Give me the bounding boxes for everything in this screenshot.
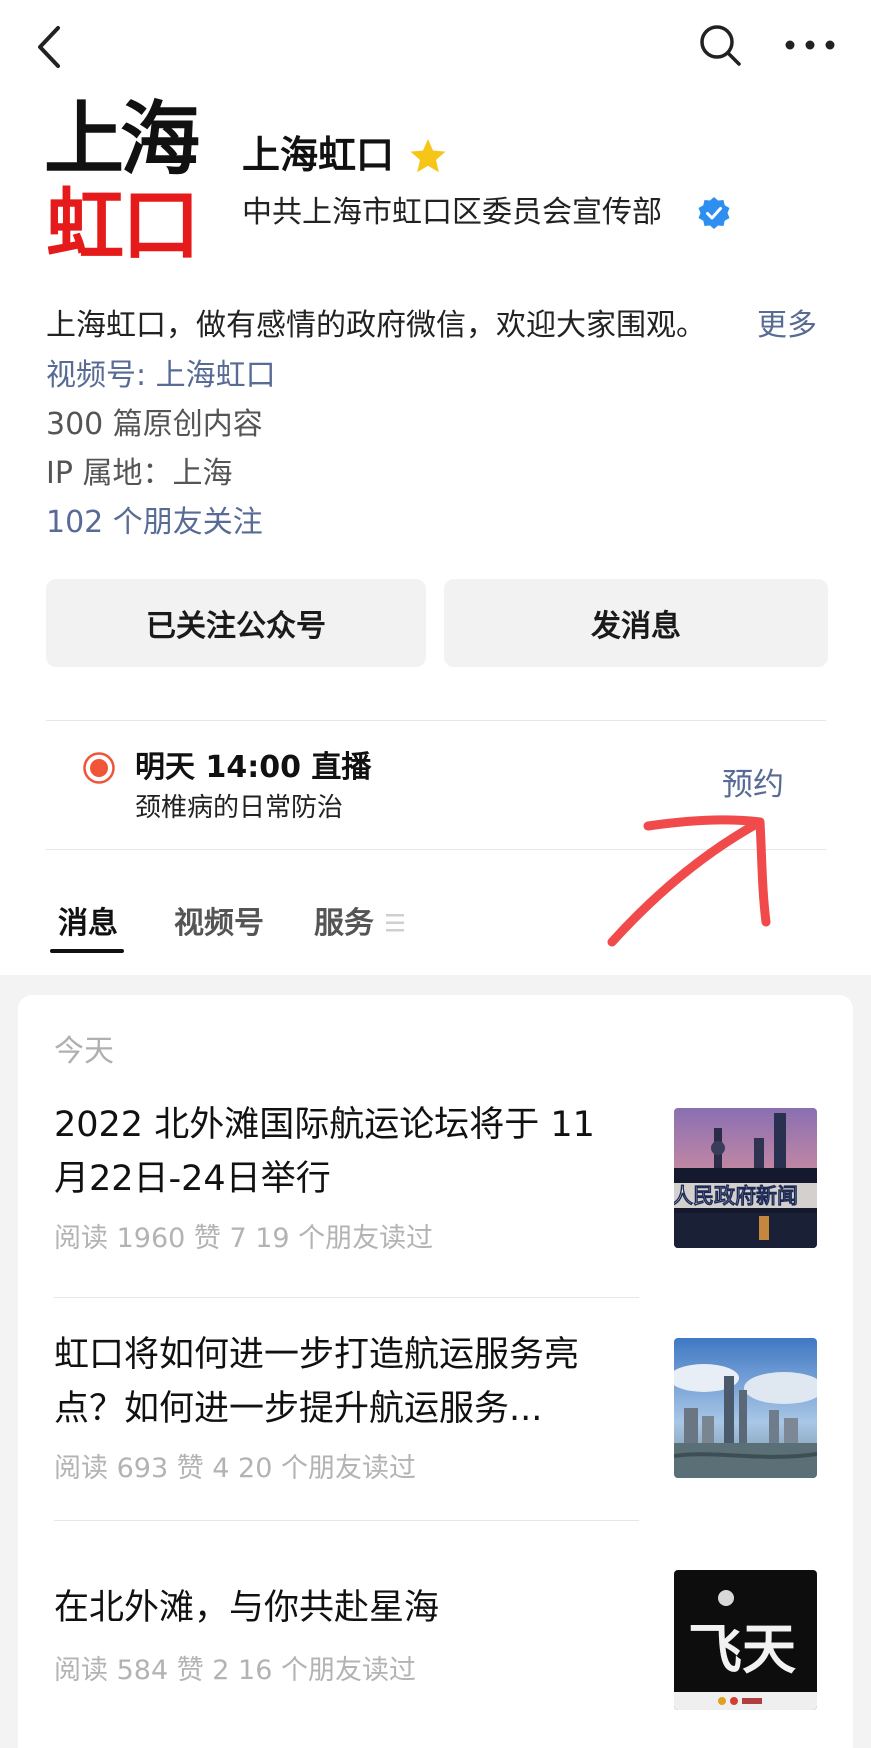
star-icon bbox=[410, 139, 446, 173]
row-divider bbox=[54, 1520, 639, 1521]
more-options-button[interactable] bbox=[780, 22, 840, 68]
article-title[interactable]: 虹口将如何进一步打造航运服务亮点？如何进一步提升航运服务... bbox=[54, 1328, 634, 1436]
reserve-button[interactable]: 预约 bbox=[722, 763, 784, 807]
menu-icon[interactable] bbox=[384, 910, 406, 936]
date-label: 今天 bbox=[54, 1034, 114, 1069]
annotation-arrow-icon bbox=[607, 815, 771, 947]
tab-messages[interactable]: 消息 bbox=[58, 902, 118, 946]
logo-text-top: 上海 bbox=[44, 93, 200, 186]
article-meta: 阅读 693 赞 4 20 个朋友读过 bbox=[54, 1453, 416, 1484]
thumbnail-caption: 人民政府新闻 bbox=[674, 1184, 798, 1208]
tab-video-channel[interactable]: 视频号 bbox=[174, 902, 264, 946]
calligraphy-poster-image: 飞天 bbox=[674, 1570, 817, 1710]
ip-location: IP 属地：上海 bbox=[46, 456, 233, 491]
more-link[interactable]: 更多 bbox=[757, 305, 817, 347]
verified-badge-icon bbox=[698, 197, 730, 229]
account-bio: 上海虹口，做有感情的政府微信，欢迎大家围观。 bbox=[46, 308, 706, 343]
divider bbox=[46, 849, 826, 850]
live-title: 明天 14:00 直播 bbox=[135, 750, 372, 785]
article-meta: 阅读 584 赞 2 16 个朋友读过 bbox=[54, 1655, 416, 1686]
search-button[interactable] bbox=[695, 20, 745, 70]
more-dots-icon bbox=[785, 40, 835, 50]
article-thumbnail[interactable]: 人民政府新闻 bbox=[674, 1108, 817, 1248]
row-divider bbox=[54, 1297, 639, 1298]
video-channel-link[interactable]: 视频号: 上海虹口 bbox=[46, 355, 276, 397]
active-tab-indicator bbox=[50, 949, 124, 953]
friends-following-link[interactable]: 102 个朋友关注 bbox=[46, 502, 263, 544]
logo-text-bottom: 虹口 bbox=[46, 181, 200, 271]
organization-name: 中共上海市虹口区委员会宣传部 bbox=[242, 195, 662, 230]
article-thumbnail[interactable] bbox=[674, 1338, 817, 1478]
send-message-button[interactable]: 发消息 bbox=[444, 579, 828, 667]
article-title[interactable]: 在北外滩，与你共赴星海 bbox=[54, 1581, 634, 1635]
live-subtitle: 颈椎病的日常防治 bbox=[135, 793, 344, 823]
back-button[interactable] bbox=[30, 22, 70, 72]
city-skyline-image bbox=[674, 1338, 817, 1478]
account-name: 上海虹口 bbox=[242, 133, 395, 177]
thumbnail-caption: 飞天 bbox=[688, 1617, 796, 1681]
chevron-left-icon bbox=[38, 26, 60, 68]
divider bbox=[46, 720, 826, 721]
tab-services[interactable]: 服务 bbox=[314, 902, 374, 946]
account-logo[interactable]: 上海 虹口 bbox=[44, 93, 210, 271]
article-meta: 阅读 1960 赞 7 19 个朋友读过 bbox=[54, 1223, 434, 1254]
original-count: 300 篇原创内容 bbox=[46, 407, 263, 442]
article-title[interactable]: 2022 北外滩国际航运论坛将于 11 月22日-24日举行 bbox=[54, 1098, 634, 1206]
city-night-image: 人民政府新闻 bbox=[674, 1108, 817, 1248]
search-icon bbox=[700, 25, 741, 66]
followed-button[interactable]: 已关注公众号 bbox=[46, 579, 426, 667]
article-thumbnail[interactable]: 飞天 bbox=[674, 1570, 817, 1710]
live-dot-icon bbox=[83, 752, 115, 784]
